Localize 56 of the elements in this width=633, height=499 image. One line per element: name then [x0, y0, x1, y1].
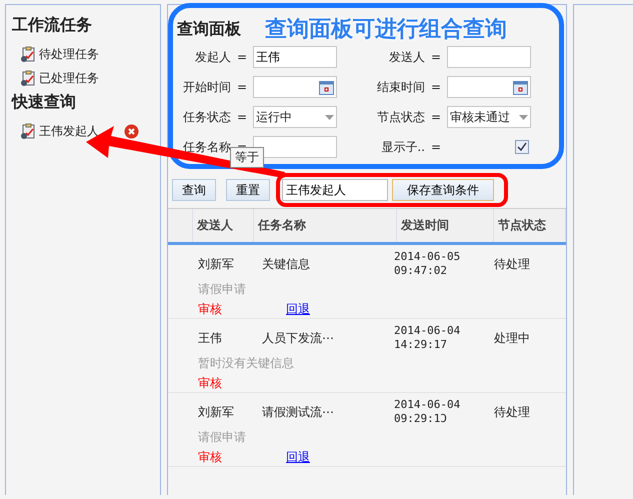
table-cell-text: 请假测试流⋯	[262, 404, 335, 420]
date-text: 2014-06-04	[394, 324, 462, 338]
section-title: 工作流任务	[12, 15, 93, 36]
column-header[interactable]: 发送时间	[397, 209, 494, 242]
dropdown[interactable]: 运行中	[253, 106, 337, 128]
equals-sign: =	[236, 50, 248, 64]
equals-sign: =	[236, 80, 248, 94]
panel-title: 查询面板	[177, 18, 241, 40]
equals-sign: =	[430, 50, 442, 64]
field-label: 结束时间	[376, 78, 425, 96]
action-link[interactable]: 回退	[286, 447, 310, 467]
annotation-caption: 查询面板可进行组合查询	[265, 16, 507, 44]
sidebar-item[interactable]: 待处理任务	[39, 46, 99, 62]
table-cell-text: 刘新军	[198, 256, 235, 272]
equals-sign: =	[430, 140, 442, 154]
text-field[interactable]: 王伟	[253, 46, 337, 68]
key-info: 请假申请	[198, 282, 246, 296]
table-cell-text: 处理中	[494, 330, 531, 346]
sidebar-item[interactable]: 王伟发起人	[39, 122, 99, 140]
query-name-field[interactable]: 王伟发起人	[282, 179, 388, 201]
save-query-button[interactable]: 保存查询条件	[392, 179, 494, 201]
field-label: 任务状态	[182, 108, 231, 126]
column-header[interactable]: 任务名称	[254, 209, 397, 242]
time-text: 09:29:1Ͻ	[394, 412, 448, 426]
table-cell-text: 待处理	[494, 256, 531, 272]
table-cell-text: 待处理	[494, 404, 531, 420]
table-cell-text: 关键信息	[262, 256, 311, 272]
sidebar-item[interactable]: 已处理任务	[39, 70, 99, 86]
column-header[interactable]: 节点状态	[494, 209, 566, 242]
equals-sign: =	[430, 80, 442, 94]
section-title: 快速查询	[12, 92, 77, 113]
field-label: 节点状态	[376, 108, 425, 126]
action-link[interactable]: 回退	[286, 299, 310, 319]
table-cell-text: 刘新军	[198, 404, 235, 420]
toolbar-button[interactable]: 重置	[226, 179, 270, 201]
field-label: 任务名称	[182, 138, 231, 156]
key-info: 请假申请	[198, 430, 246, 444]
field-label: 开始时间	[182, 78, 231, 96]
action-link[interactable]: 审核	[198, 373, 222, 393]
time-text: 09:47:02	[394, 264, 448, 278]
key-info: 暂时没有关键信息	[198, 356, 294, 370]
action-link[interactable]: 审核	[198, 447, 222, 467]
equals-sign: =	[430, 110, 442, 124]
date-text: 2014-06-04	[394, 398, 462, 412]
time-text: 14:29:17	[394, 338, 448, 352]
field-label: 发起人	[194, 48, 231, 66]
column-header[interactable]: 发送人	[193, 209, 254, 242]
field-label: 显示子..	[380, 138, 425, 156]
table-cell-text: 人员下发流⋯	[262, 330, 335, 346]
equals-sign: =	[236, 110, 248, 124]
field-label: 发送人	[388, 48, 425, 66]
date-text: 2014-06-05	[394, 250, 462, 264]
toolbar-button[interactable]: 查询	[172, 179, 216, 201]
table-cell-text: 王伟	[198, 330, 223, 346]
action-link[interactable]: 审核	[198, 299, 222, 319]
dropdown[interactable]: 审核未通过	[447, 106, 531, 128]
